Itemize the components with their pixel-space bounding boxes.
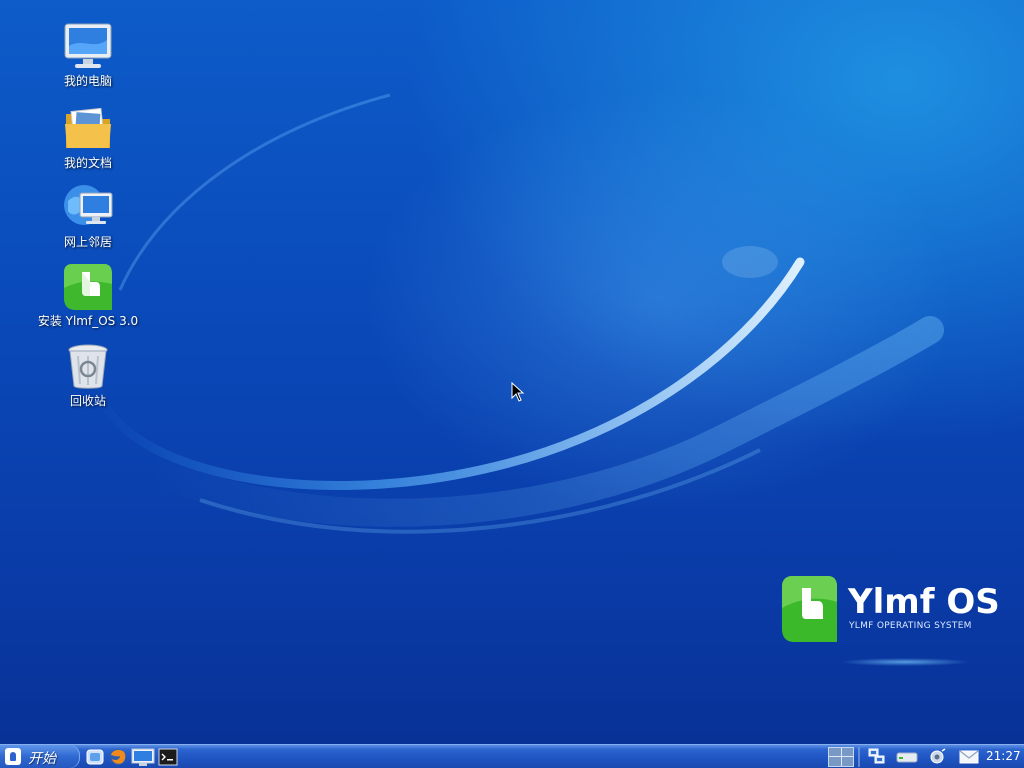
drive-icon[interactable] [896, 748, 918, 765]
desktop-icon-label: 我的文档 [63, 156, 112, 170]
workspace-switcher-icon[interactable] [828, 747, 854, 767]
desktop-icon-my-documents[interactable]: 我的文档 [33, 104, 143, 171]
desktop-icon-label: 安装 Ylmf_OS 3.0 [37, 314, 139, 328]
desktop-icon-install[interactable]: 安装 Ylmf_OS 3.0 [33, 262, 143, 329]
taskbar-clock[interactable]: 21:27 [986, 749, 1021, 763]
brand-name: Ylmf OS [848, 582, 1000, 622]
tray-separator [858, 747, 860, 767]
brand-subtitle: YLMF OPERATING SYSTEM [849, 621, 972, 631]
firefox-icon[interactable] [108, 747, 128, 767]
taskbar: 开始 21:27 [0, 744, 1024, 768]
trash-can-icon [68, 344, 108, 389]
start-button-label: 开始 [28, 751, 56, 767]
desktop-icon-my-computer[interactable]: 我的电脑 [33, 22, 143, 89]
terminal-icon[interactable] [158, 747, 178, 767]
desktop-icon-label: 我的电脑 [63, 74, 112, 88]
start-button[interactable]: 开始 [0, 745, 80, 768]
volume-icon[interactable] [929, 748, 947, 765]
computer-monitor-icon [64, 23, 112, 68]
file-manager-icon[interactable] [131, 747, 155, 767]
desktop-icon-recycle-bin[interactable]: 回收站 [33, 342, 143, 409]
desktop-icon-label: 回收站 [69, 394, 106, 408]
network-status-icon[interactable] [868, 748, 886, 765]
mail-icon[interactable] [958, 748, 980, 765]
mouse-cursor-icon [511, 382, 525, 402]
network-globe-icon [64, 185, 113, 225]
desktop-icon-network[interactable]: 网上邻居 [33, 183, 143, 250]
ylmf-installer-icon [64, 264, 112, 310]
desktop-icon-label: 网上邻居 [63, 235, 112, 249]
ylmf-logo-icon [782, 576, 837, 642]
folder-icon [65, 107, 111, 148]
brand-glow [840, 658, 970, 666]
ylmf-brand-logo: Ylmf OS YLMF OPERATING SYSTEM [780, 574, 1000, 674]
desktop: 我的电脑 我的文档 网上邻居 安装 Ylmf_OS 3.0 回收站 Ylmf O… [0, 0, 1024, 744]
show-desktop-icon[interactable] [85, 747, 105, 767]
start-menu-icon [5, 748, 21, 765]
